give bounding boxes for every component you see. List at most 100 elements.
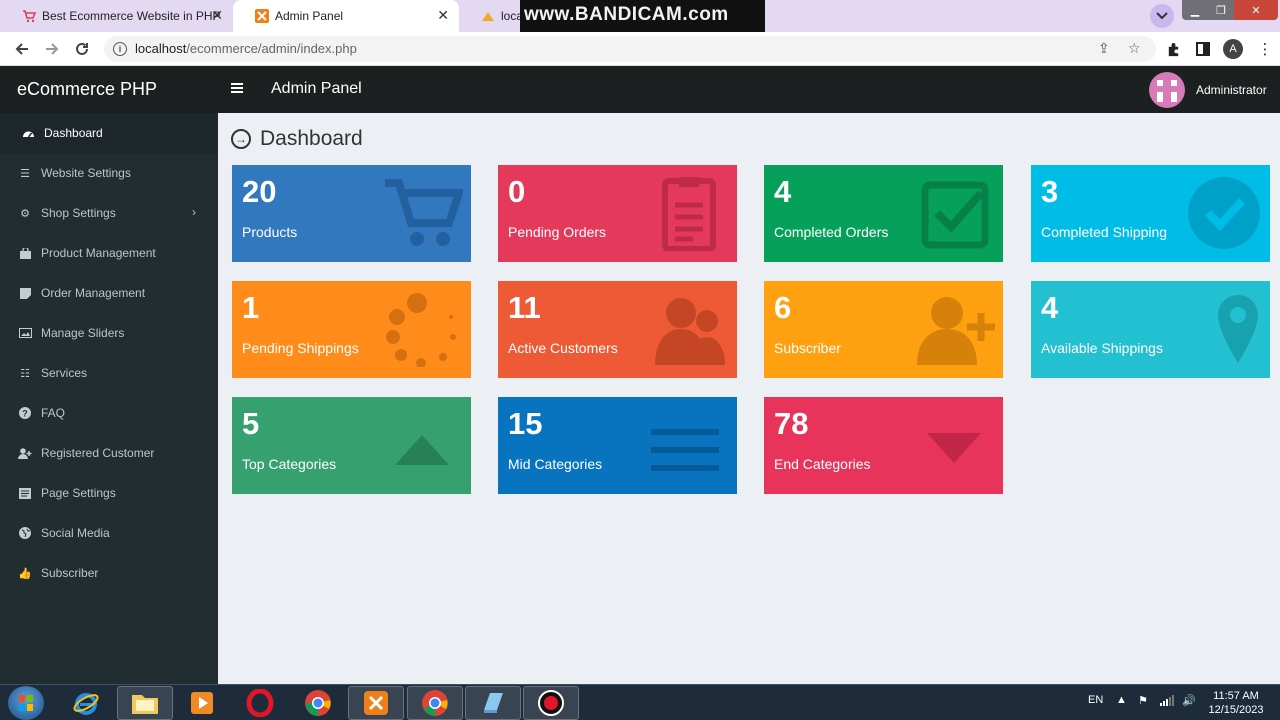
sidebar-item-shop-settings[interactable]: ⚙ Shop Settings › — [0, 193, 218, 233]
taskbar-bandicam[interactable] — [523, 686, 579, 720]
svg-text:?: ? — [22, 409, 28, 419]
stat-card-completed-shipping[interactable]: 3 Completed Shipping — [1031, 165, 1270, 262]
action-center-icon[interactable]: ⚑ — [1138, 694, 1148, 707]
taskbar-media-player[interactable] — [174, 686, 230, 720]
sidebar-item-registered-customer[interactable]: Registered Customer — [0, 433, 218, 473]
stat-card-subscriber[interactable]: 6 Subscriber — [764, 281, 1003, 378]
xampp-icon — [364, 691, 388, 715]
sidebar-item-page-settings[interactable]: Page Settings — [0, 473, 218, 513]
sidebar-item-product-management[interactable]: Product Management — [0, 233, 218, 273]
stat-label: Mid Categories — [508, 456, 603, 472]
forward-button[interactable] — [42, 39, 62, 59]
taskbar-chrome[interactable] — [290, 686, 346, 720]
stat-card-pending-orders[interactable]: 0 Pending Orders — [498, 165, 737, 262]
stat-card-mid-categories[interactable]: 15 Mid Categories — [498, 397, 737, 494]
sidebar-item-manage-sliders[interactable]: Manage Sliders — [0, 313, 218, 353]
network-icon[interactable] — [1160, 694, 1174, 709]
stat-label: Products — [242, 224, 298, 240]
stat-card-completed-orders[interactable]: 4 Completed Orders — [764, 165, 1003, 262]
more-menu-icon[interactable]: ⋮ — [1256, 40, 1274, 58]
window-close-button[interactable]: ✕ — [1234, 0, 1278, 20]
recorder-watermark: www.BANDICAM.com — [524, 4, 729, 25]
stat-card-products[interactable]: 20 Products — [232, 165, 471, 262]
user-avatar[interactable] — [1149, 72, 1185, 108]
stat-value: 78 — [774, 406, 809, 441]
stat-label: End Categories — [774, 456, 871, 472]
browser-tab[interactable]: Best Ecommerce Website in PHP ✕ — [0, 0, 233, 32]
stat-value: 15 — [508, 406, 543, 441]
minimize-button[interactable]: ▁ — [1182, 0, 1208, 20]
tray-expand-icon[interactable]: ▲ — [1116, 694, 1127, 706]
start-button[interactable] — [8, 686, 44, 720]
stat-card-top-categories[interactable]: 5 Top Categories — [232, 397, 471, 494]
stat-label: Available Shippings — [1041, 340, 1163, 356]
system-clock[interactable]: 11:57 AM 12/15/2023 — [1206, 689, 1266, 717]
main-header: eCommerce PHP Admin Panel Administrator — [0, 66, 1280, 113]
taskbar-xampp[interactable] — [348, 686, 404, 720]
windows-logo-icon — [19, 695, 33, 711]
info-icon[interactable]: i — [113, 42, 127, 56]
xampp-favicon-icon — [255, 9, 269, 23]
reload-icon — [76, 42, 88, 55]
address-bar[interactable]: i localhost/ecommerce/admin/index.php ⇪ … — [104, 36, 1156, 62]
cogs-icon: ⚙ — [20, 207, 30, 220]
taskbar-ie[interactable] — [58, 686, 114, 720]
sidebar-item-dashboard[interactable]: Dashboard — [0, 113, 218, 153]
stat-value: 20 — [242, 174, 277, 209]
stat-value: 6 — [774, 290, 792, 325]
globe-icon — [18, 526, 32, 540]
browser-tab-active[interactable]: Admin Panel ✕ — [233, 0, 459, 32]
taskbar-opera[interactable] — [232, 686, 288, 720]
stat-label: Top Categories — [242, 456, 337, 472]
reload-button[interactable] — [72, 39, 92, 59]
close-icon[interactable]: ✕ — [211, 7, 223, 24]
stat-card-active-customers[interactable]: 11 Active Customers — [498, 281, 737, 378]
back-button[interactable] — [12, 39, 32, 59]
share-icon[interactable]: ⇪ — [1098, 40, 1110, 57]
bookmark-star-icon[interactable]: ☆ — [1128, 40, 1141, 57]
stat-value: 4 — [1041, 290, 1059, 325]
brand-logo[interactable]: eCommerce PHP — [0, 66, 218, 113]
list-icon: ☷ — [20, 367, 30, 380]
question-circle-icon: ? — [18, 406, 32, 420]
taskbar-explorer[interactable] — [117, 686, 173, 720]
cart-favicon-icon — [23, 10, 36, 23]
user-name[interactable]: Administrator — [1196, 83, 1267, 97]
cart-icon — [385, 179, 463, 246]
chevron-right-icon: › — [192, 205, 196, 219]
sidebar-item-social-media[interactable]: Social Media — [0, 513, 218, 553]
stat-card-pending-shippings[interactable]: 1 Pending Shippings — [232, 281, 471, 378]
volume-icon[interactable]: 🔊 — [1182, 694, 1196, 707]
folder-icon — [132, 695, 158, 714]
stat-value: 4 — [774, 174, 792, 209]
stat-card-end-categories[interactable]: 78 End Categories — [764, 397, 1003, 494]
os-taskbar: EN ▲ ⚑ 🔊 11:57 AM 12/15/2023 — [0, 684, 1280, 720]
close-icon[interactable]: ✕ — [437, 7, 449, 24]
stat-value: 1 — [242, 290, 260, 325]
side-panel-icon[interactable] — [1194, 40, 1212, 58]
chrome-icon — [422, 690, 448, 716]
taskbar-notes[interactable] — [465, 686, 521, 720]
sticky-note-icon — [18, 286, 32, 300]
extensions-icon[interactable] — [1164, 40, 1182, 58]
sidebar-item-faq[interactable]: ? FAQ — [0, 393, 218, 433]
sidebar-item-website-settings[interactable]: ☰ Website Settings — [0, 153, 218, 193]
stat-card-available-shippings[interactable]: 4 Available Shippings — [1031, 281, 1270, 378]
profile-avatar[interactable]: A — [1223, 39, 1243, 59]
maximize-button[interactable]: ❐ — [1208, 0, 1234, 20]
sidebar-item-subscriber[interactable]: 👍 Subscriber — [0, 553, 218, 593]
tab-title: Admin Panel — [275, 9, 344, 23]
sliders-icon: ☰ — [20, 167, 30, 180]
sidebar-item-services[interactable]: ☷ Services — [0, 353, 218, 393]
taskbar-chrome-active[interactable] — [407, 686, 463, 720]
tab-search-button[interactable] — [1150, 4, 1174, 28]
browser-toolbar: i localhost/ecommerce/admin/index.php ⇪ … — [0, 32, 1280, 66]
chrome-icon — [305, 690, 331, 716]
sidebar-item-order-management[interactable]: Order Management — [0, 273, 218, 313]
sidebar-toggle-icon[interactable] — [231, 83, 243, 93]
content-wrapper: → Dashboard 20 Products 0 Pending Orders… — [218, 113, 1280, 684]
user-plus-icon — [18, 446, 32, 460]
language-indicator[interactable]: EN — [1088, 694, 1103, 706]
arrow-right-icon — [46, 43, 59, 55]
arrow-circle-right-icon: → — [231, 129, 251, 149]
